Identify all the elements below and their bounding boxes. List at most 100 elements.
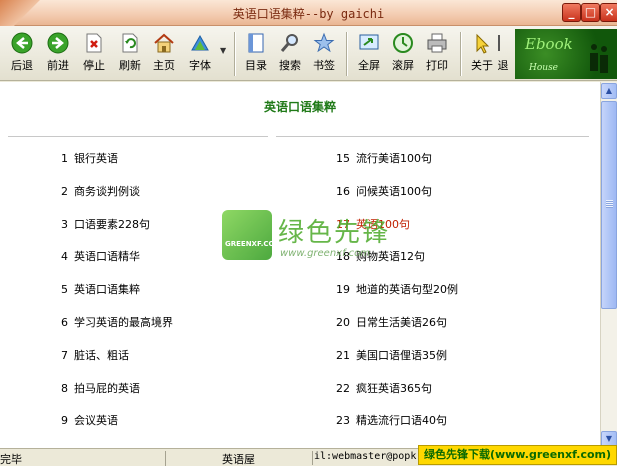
exit-label: 退 [497,59,509,72]
forward-label: 前进 [47,59,69,72]
status-divider [312,451,313,465]
maximize-button[interactable]: □ [581,3,600,22]
refresh-icon [122,33,138,53]
toolbar-separator [234,32,236,76]
app-window: 英语口语集粹--by gaichi _ □ × 后退 前进 停止 刷新 主页 字… [0,0,617,466]
topic-link[interactable]: 5 英语口语集粹 [61,281,140,297]
print-icon [427,33,447,53]
home-button[interactable]: 主页 [146,30,182,78]
search-icon [280,34,298,52]
home-icon [154,33,174,53]
topic-link[interactable]: 16 问候英语100句 [336,183,432,199]
topic-number: 23 [336,414,350,428]
greenxf-watermark: GREENXF.COM 绿色先锋 www.greenxf.com [222,210,392,274]
about-icon [476,33,490,54]
window-title: 英语口语集粹--by gaichi [232,7,385,21]
refresh-button[interactable]: 刷新 [112,30,148,78]
contents-label: 目录 [245,59,267,72]
topic-title: 脏话、粗话 [74,348,129,362]
topic-link[interactable]: 15 流行美语100句 [336,150,432,166]
topic-number: 16 [336,184,350,198]
topic-link[interactable]: 20 日常生活美语26句 [336,314,447,330]
topic-link[interactable]: 21 美国口语俚语35例 [336,347,447,363]
bookmark-star-icon [313,32,335,53]
font-button[interactable]: 字体 [182,30,218,78]
topic-title: 地道的英语句型20例 [356,283,458,297]
home-label: 主页 [153,59,175,72]
topic-title: 疯狂英语365句 [356,381,432,395]
vertical-scrollbar[interactable]: ▲ ▼ [600,82,617,448]
exit-icon [498,35,500,51]
topic-number: 15 [336,152,350,165]
topic-link[interactable]: 8 拍马屁的英语 [61,380,140,396]
topic-link[interactable]: 3 口语要素228句 [61,216,150,232]
topic-link[interactable]: 6 学习英语的最高境界 [61,314,173,330]
topic-title: 流行美语100句 [356,152,432,165]
watermark-brand: 绿色先锋 [278,218,391,248]
topic-link[interactable]: 9 会议英语 [61,412,118,428]
toolbar: 后退 前进 停止 刷新 主页 字体 ▼ 目录 搜索 书签 全屏 滚屏 打印 关于… [0,26,617,81]
topic-number: 3 [61,217,68,231]
stop-button[interactable]: 停止 [76,30,112,78]
topic-number: 8 [61,381,68,395]
scroll-up-button[interactable]: ▲ [601,83,617,99]
exit-button[interactable]: 退 [493,30,513,78]
topic-link[interactable]: 22 疯狂英语365句 [336,380,432,396]
autoscroll-button[interactable]: 滚屏 [385,30,421,78]
watermark-box-text: GREENXF.COM [225,240,282,248]
autoscroll-label: 滚屏 [392,59,414,72]
topic-number: 2 [61,184,68,198]
topic-title: 学习英语的最高境界 [74,316,173,329]
topic-number: 7 [61,348,68,362]
topic-title: 日常生活美语26句 [356,316,447,329]
fullscreen-icon [359,34,379,50]
font-label: 字体 [189,59,211,72]
forward-button[interactable]: 前进 [40,30,76,78]
status-site-name: 英语屋 [222,453,255,466]
search-button[interactable]: 搜索 [272,30,308,78]
topic-link[interactable]: 23 精选流行口语40句 [336,412,447,428]
topic-link[interactable]: 19 地道的英语句型20例 [336,281,458,297]
back-button[interactable]: 后退 [4,30,40,78]
print-button[interactable]: 打印 [419,30,455,78]
bookmark-button[interactable]: 书签 [306,30,342,78]
divider-left [8,136,268,137]
title-bar[interactable]: 英语口语集粹--by gaichi _ □ × [0,0,617,26]
scroll-thumb[interactable] [601,101,617,309]
contents-button[interactable]: 目录 [238,30,274,78]
topic-title: 银行英语 [74,152,118,165]
stop-icon [86,33,102,53]
topic-link[interactable]: 4 英语口语精华 [61,248,140,264]
figures-silhouette-icon [590,44,608,73]
divider-right [276,136,589,137]
print-label: 打印 [426,59,448,72]
topic-link[interactable]: 1 银行英语 [61,150,118,166]
ebook-house-logo: Ebook House [515,29,617,79]
topic-number: 6 [61,316,68,329]
toolbar-separator [346,32,348,76]
scroll-grip-icon [606,200,613,208]
logo-subtext: House [529,63,559,73]
font-dropdown-arrow-icon[interactable]: ▼ [220,46,226,55]
topic-link[interactable]: 2 商务谈判例谈 [61,183,140,199]
forward-arrow-icon [47,32,69,54]
topic-title: 问候英语100句 [356,184,432,198]
bookmark-label: 书签 [313,59,335,72]
topic-link[interactable]: 7 脏话、粗话 [61,347,129,363]
autoscroll-icon [393,33,413,53]
search-label: 搜索 [279,59,301,72]
topic-title: 商务谈判例谈 [74,184,140,198]
back-label: 后退 [11,59,33,72]
minimize-button[interactable]: _ [562,3,581,22]
fullscreen-button[interactable]: 全屏 [351,30,387,78]
watermark-url: www.greenxf.com [280,248,370,259]
close-button[interactable]: × [600,3,617,22]
font-icon [191,34,209,51]
status-email: il:webmaster@popk [314,451,417,462]
topic-number: 19 [336,283,350,297]
topic-number: 9 [61,414,68,428]
page-title: 英语口语集粹 [263,100,336,114]
greenxf-logo-icon: GREENXF.COM [222,210,281,260]
stop-label: 停止 [83,59,105,72]
topic-title: 会议英语 [74,414,118,428]
